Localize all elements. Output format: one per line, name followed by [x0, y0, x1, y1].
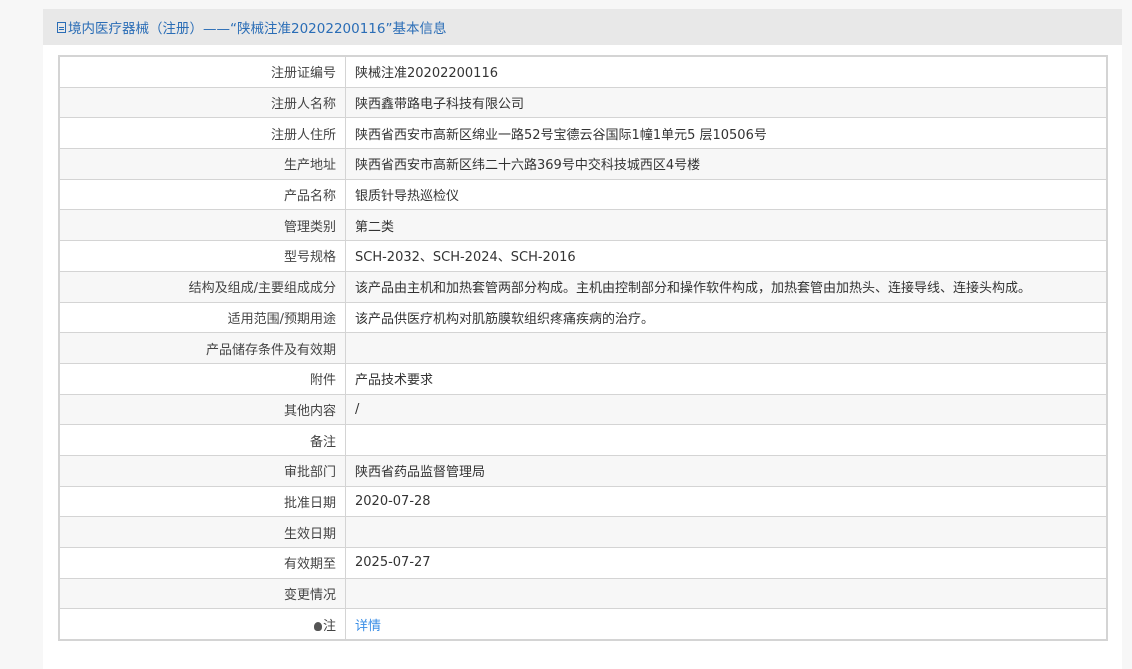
note-label: 注 — [322, 618, 336, 634]
table-row: 适用范围/预期用途 该产品供医疗机构对肌筋膜软组织疼痛疾病的治疗。 — [58, 301, 1108, 334]
row-value: 2025-07-27 — [345, 547, 1108, 579]
row-value: 2020-07-28 — [345, 485, 1108, 518]
row-value: SCH-2032、SCH-2024、SCH-2016 — [345, 240, 1108, 272]
row-value: 陕械注准20202200116 — [345, 55, 1108, 88]
row-value: 第二类 — [345, 209, 1108, 242]
panel-header: 境内医疗器械（注册）——“陕械注准20202200116”基本信息 — [43, 9, 1122, 45]
panel-title: 境内医疗器械（注册）——“陕械注准20202200116”基本信息 — [68, 21, 447, 37]
row-label: 生效日期 — [58, 516, 346, 548]
table-row: 型号规格 SCH-2032、SCH-2024、SCH-2016 — [58, 240, 1108, 272]
note-value-cell: 详情 — [345, 608, 1108, 641]
table-row: 有效期至 2025-07-27 — [58, 547, 1108, 579]
note-label-cell: 注 — [58, 608, 346, 641]
row-label: 其他内容 — [58, 393, 346, 426]
row-value: 陕西鑫带路电子科技有限公司 — [345, 86, 1108, 119]
row-label: 审批部门 — [58, 454, 346, 487]
table-row: 附件 产品技术要求 — [58, 362, 1108, 395]
table-row: 产品名称 银质针导热巡检仪 — [58, 178, 1108, 211]
row-label: 附件 — [58, 362, 346, 395]
row-value: 陕西省西安市高新区纬二十六路369号中交科技城西区4号楼 — [345, 148, 1108, 180]
info-panel: 境内医疗器械（注册）——“陕械注准20202200116”基本信息 注册证编号陕… — [43, 9, 1122, 669]
row-value: 该产品由主机和加热套管两部分构成。主机由控制部分和操作软件构成，加热套管由加热头… — [345, 270, 1108, 303]
row-label: 产品名称 — [58, 178, 346, 211]
table-row: 生产地址 陕西省西安市高新区纬二十六路369号中交科技城西区4号楼 — [58, 148, 1108, 180]
row-label: 管理类别 — [58, 209, 346, 242]
info-table: 注册证编号 陕械注准20202200116 注册人名称 陕西鑫带路电子科技有限公司 注册… — [58, 55, 1108, 642]
row-label: 有效期至 — [58, 547, 346, 579]
row-value: 陕西省西安市高新区绵业一路52号宝德云谷国际1幢1单元5 层10506号 — [345, 117, 1108, 150]
table-row: 注册人住所 陕西省西安市高新区绵业一路52号宝德云谷国际1幢1单元5 层10506… — [58, 117, 1108, 150]
table-row: 审批部门 陕西省药品监督管理局 — [58, 454, 1108, 487]
row-label: 注册人住所 — [58, 117, 346, 150]
row-label: 变更情况 — [58, 577, 346, 610]
details-link[interactable]: 详情 — [355, 619, 381, 634]
table-row: 注册人名称 陕西鑫带路电子科技有限公司 — [58, 86, 1108, 119]
row-label: 注册证编号 — [58, 55, 346, 88]
row-value: 陕西省药品监督管理局 — [345, 454, 1108, 487]
table-row: 注册证编号 陕械注准20202200116 — [58, 55, 1108, 88]
table-row: 管理类别 第二类 — [58, 209, 1108, 242]
row-value: 银质针导热巡检仪 — [345, 178, 1108, 211]
row-value — [345, 332, 1108, 364]
row-label: 批准日期 — [58, 485, 346, 518]
row-value — [345, 424, 1108, 456]
row-label: 适用范围/预期用途 — [58, 301, 346, 334]
lightbulb-icon — [313, 621, 322, 631]
row-label: 型号规格 — [58, 240, 346, 272]
row-value: 该产品供医疗机构对肌筋膜软组织疼痛疾病的治疗。 — [345, 301, 1108, 334]
table-row: 其他内容 / — [58, 393, 1108, 426]
row-value — [345, 516, 1108, 548]
row-label: 注册人名称 — [58, 86, 346, 119]
row-value — [345, 577, 1108, 610]
row-label: 产品储存条件及有效期 — [58, 332, 346, 364]
row-label: 备注 — [58, 424, 346, 456]
table-row: 备注 — [58, 424, 1108, 456]
table-row: 批准日期 2020-07-28 — [58, 485, 1108, 518]
row-value: 产品技术要求 — [345, 362, 1108, 395]
table-row: 变更情况 — [58, 577, 1108, 610]
table-row-note: 注 详情 — [58, 608, 1108, 641]
row-label: 结构及组成/主要组成成分 — [58, 270, 346, 303]
row-value: / — [345, 393, 1108, 426]
table-row: 产品储存条件及有效期 — [58, 332, 1108, 364]
table-row: 结构及组成/主要组成成分 该产品由主机和加热套管两部分构成。主机由控制部分和操作软… — [58, 270, 1108, 303]
document-icon — [57, 21, 66, 33]
row-label: 生产地址 — [58, 148, 346, 180]
table-row: 生效日期 — [58, 516, 1108, 548]
